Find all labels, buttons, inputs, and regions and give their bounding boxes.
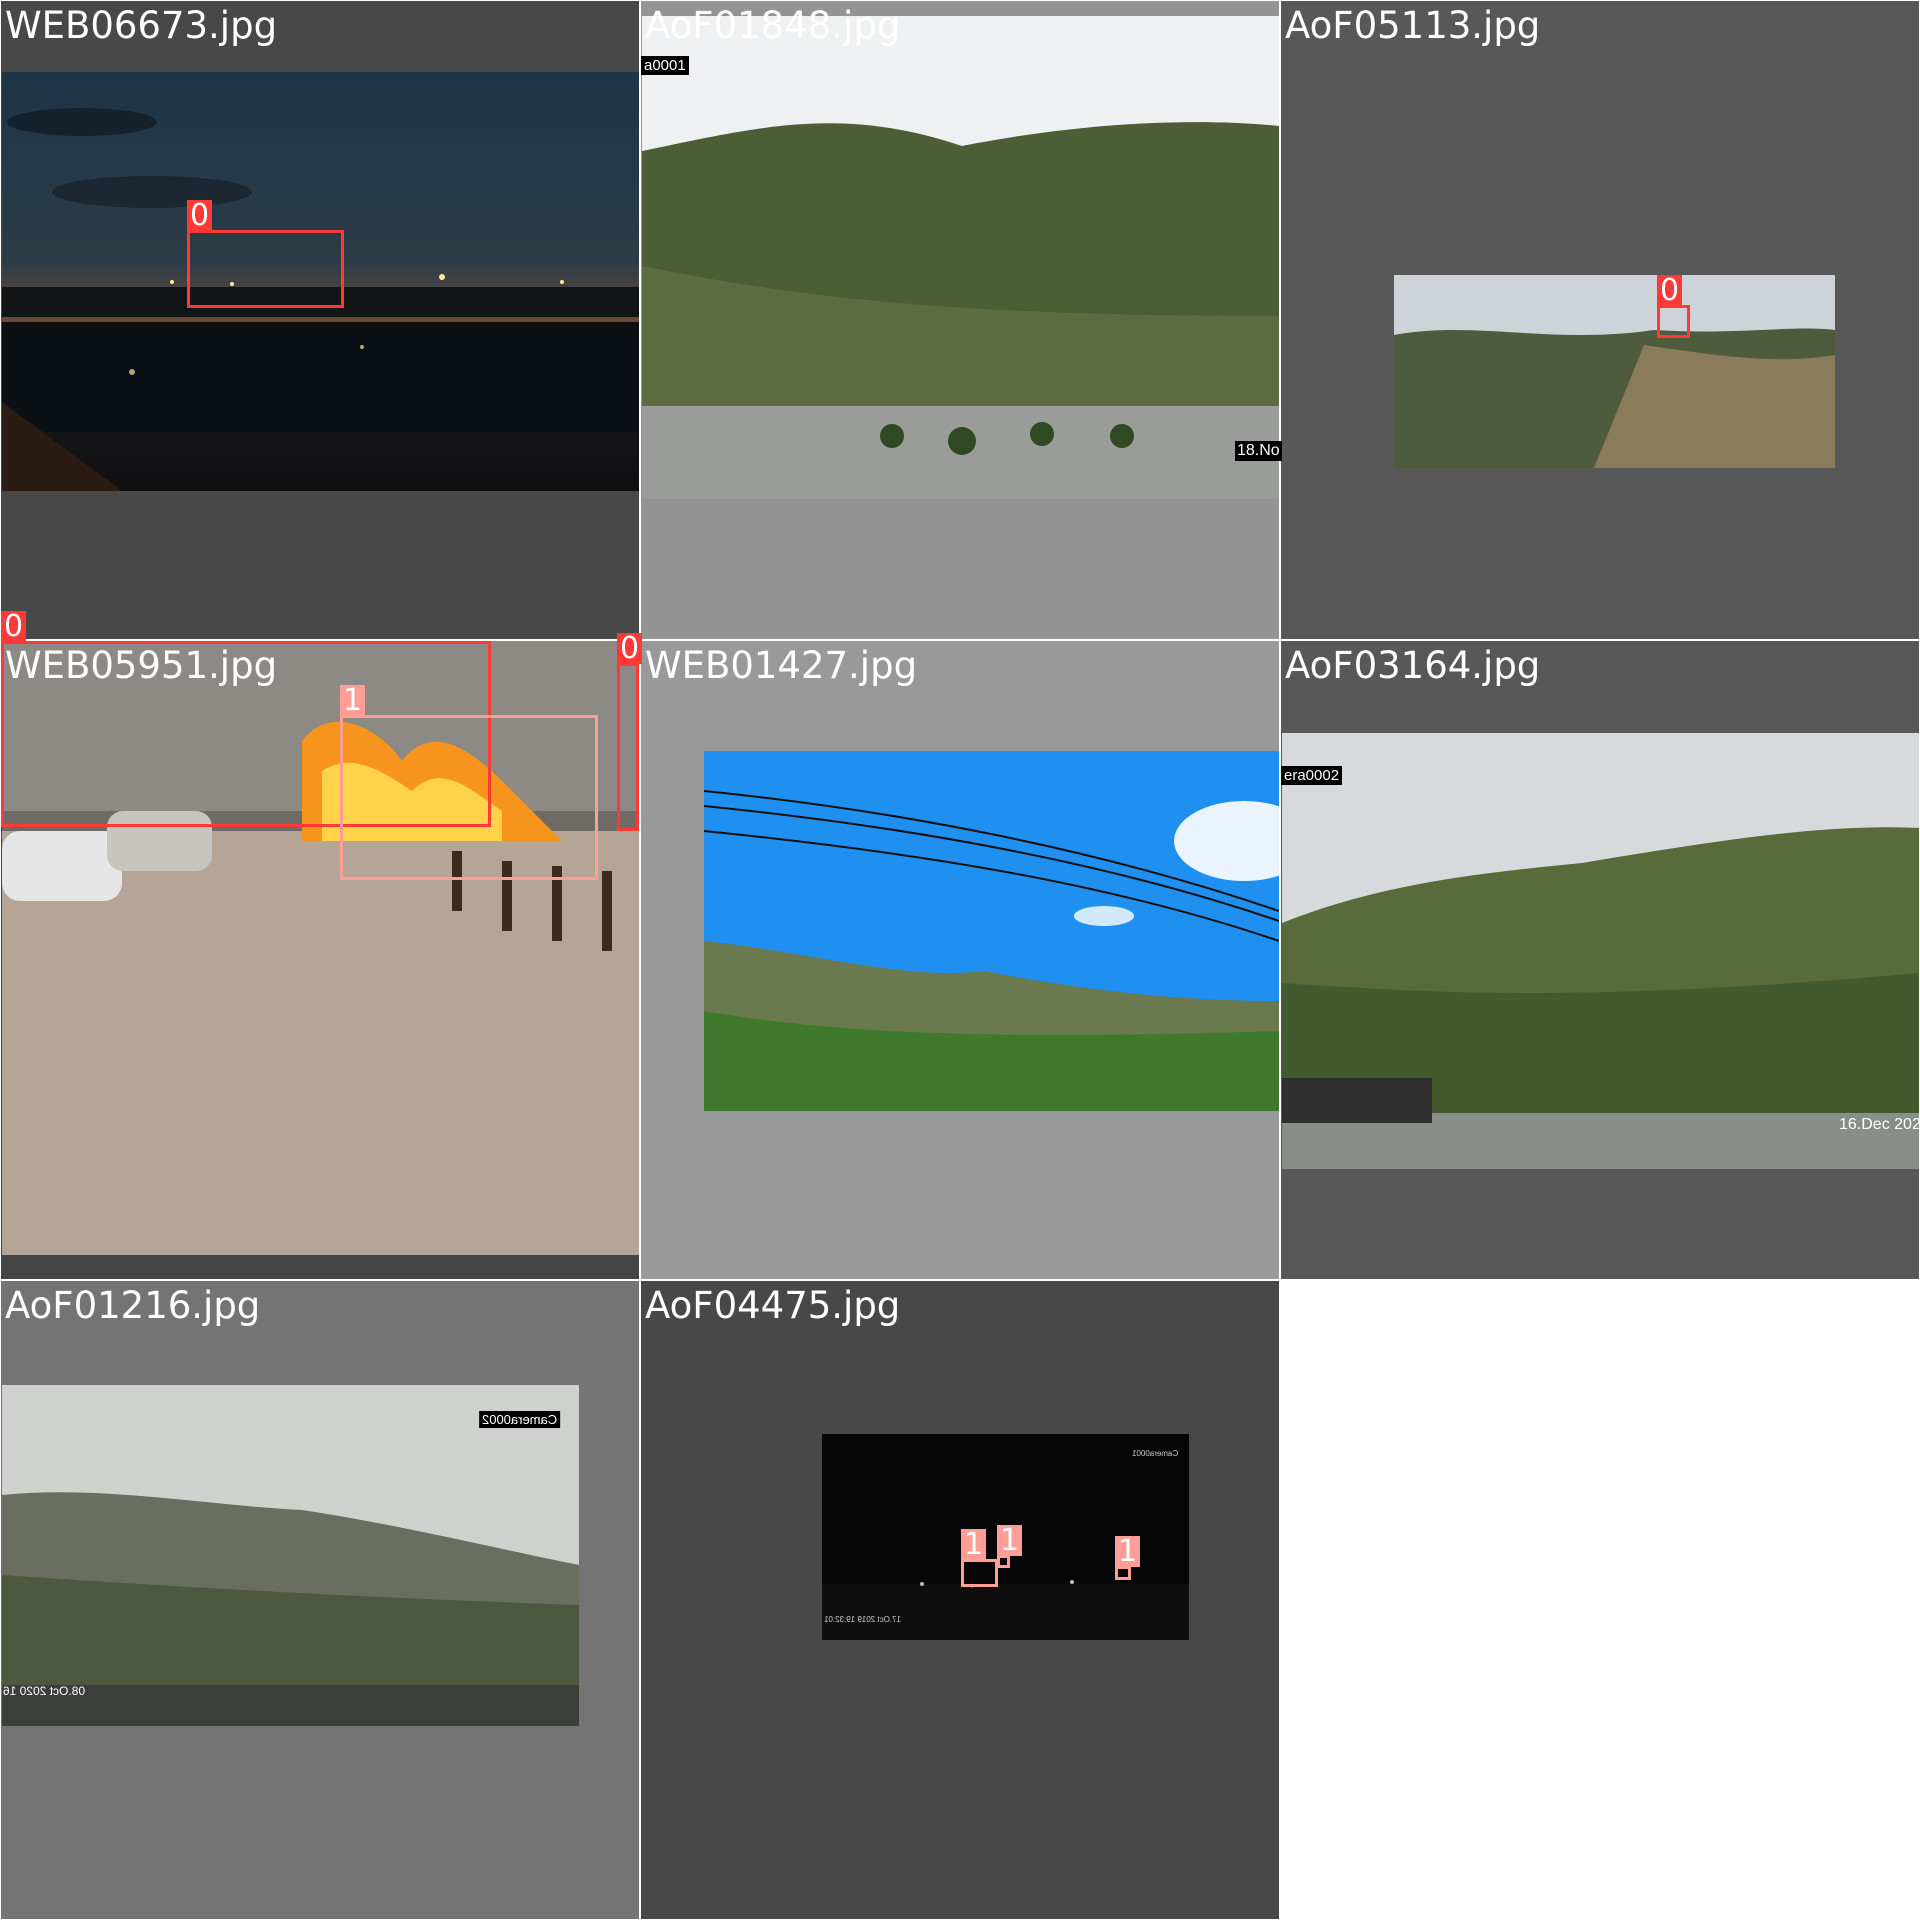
photo-blue-sky-hill <box>704 751 1279 1111</box>
class-label: 1 <box>961 1529 987 1560</box>
filename-label: AoF03164.jpg <box>1285 644 1541 687</box>
tile-web05951: WEB05951.jpg 0 1 0 <box>1 611 643 1279</box>
filename-label: AoF04475.jpg <box>645 1284 901 1327</box>
date-label: 17.Oct 2019 19:32:01 <box>824 1615 901 1624</box>
tile-aof01848: a0001 18.No AoF01848.jpg <box>641 1 1282 639</box>
class-label: 0 <box>617 633 643 664</box>
detection-box-class-0: 0 <box>1657 275 1690 338</box>
class-label: 0 <box>187 200 213 231</box>
date-label: 18.No <box>1235 441 1282 461</box>
photo-ridge <box>1394 275 1835 468</box>
detection-box-class-0: 0 <box>617 633 643 831</box>
class-label: 1 <box>340 685 366 716</box>
photo-hill-parking <box>642 16 1279 499</box>
detection-box-class-0: 0 <box>187 200 344 308</box>
class-label: 0 <box>1657 275 1683 306</box>
class-label: 1 <box>997 1525 1023 1556</box>
detection-box-class-1: 1 <box>1115 1536 1141 1580</box>
filename-label: WEB06673.jpg <box>5 4 278 47</box>
camera-label: Camera0001 <box>1132 1449 1179 1458</box>
tile-aof05113: AoF05113.jpg 0 <box>1281 1 1919 639</box>
tile-aof04475: Camera0001 17.Oct 2019 19:32:01 AoF04475… <box>641 1281 1279 1919</box>
photo-green-hill <box>1282 733 1919 1169</box>
photo-hazy-hill <box>2 1385 579 1726</box>
filename-label: AoF01216.jpg <box>5 1284 261 1327</box>
class-label: 0 <box>1 611 27 642</box>
camera-label: a0001 <box>641 56 689 75</box>
tile-aof03164: era0002 16.Dec 2020 AoF03164.jpg <box>1281 641 1920 1279</box>
class-label: 1 <box>1115 1536 1141 1567</box>
date-label: 16.Dec 2020 <box>1839 1116 1920 1133</box>
filename-label: AoF01848.jpg <box>645 4 901 47</box>
filename-label: WEB01427.jpg <box>645 644 918 687</box>
camera-label: era0002 <box>1281 766 1343 785</box>
mosaic-grid: WEB06673.jpg 0 a0001 18.No AoF01848.jpg <box>0 0 1920 1920</box>
tile-web06673: WEB06673.jpg 0 <box>1 1 639 639</box>
camera-label: Camera0002 <box>479 1411 561 1428</box>
date-label: 08.Oct 2020 16 <box>3 1684 86 1698</box>
tile-aof01216: Camera0002 08.Oct 2020 16 AoF01216.jpg <box>1 1281 639 1919</box>
detection-box-class-1: 1 <box>997 1525 1023 1568</box>
detection-box-class-1: 1 <box>340 685 598 880</box>
filename-label: AoF05113.jpg <box>1285 4 1541 47</box>
detection-box-class-1: 1 <box>961 1529 998 1587</box>
tile-web01427: WEB01427.jpg <box>641 641 1279 1279</box>
